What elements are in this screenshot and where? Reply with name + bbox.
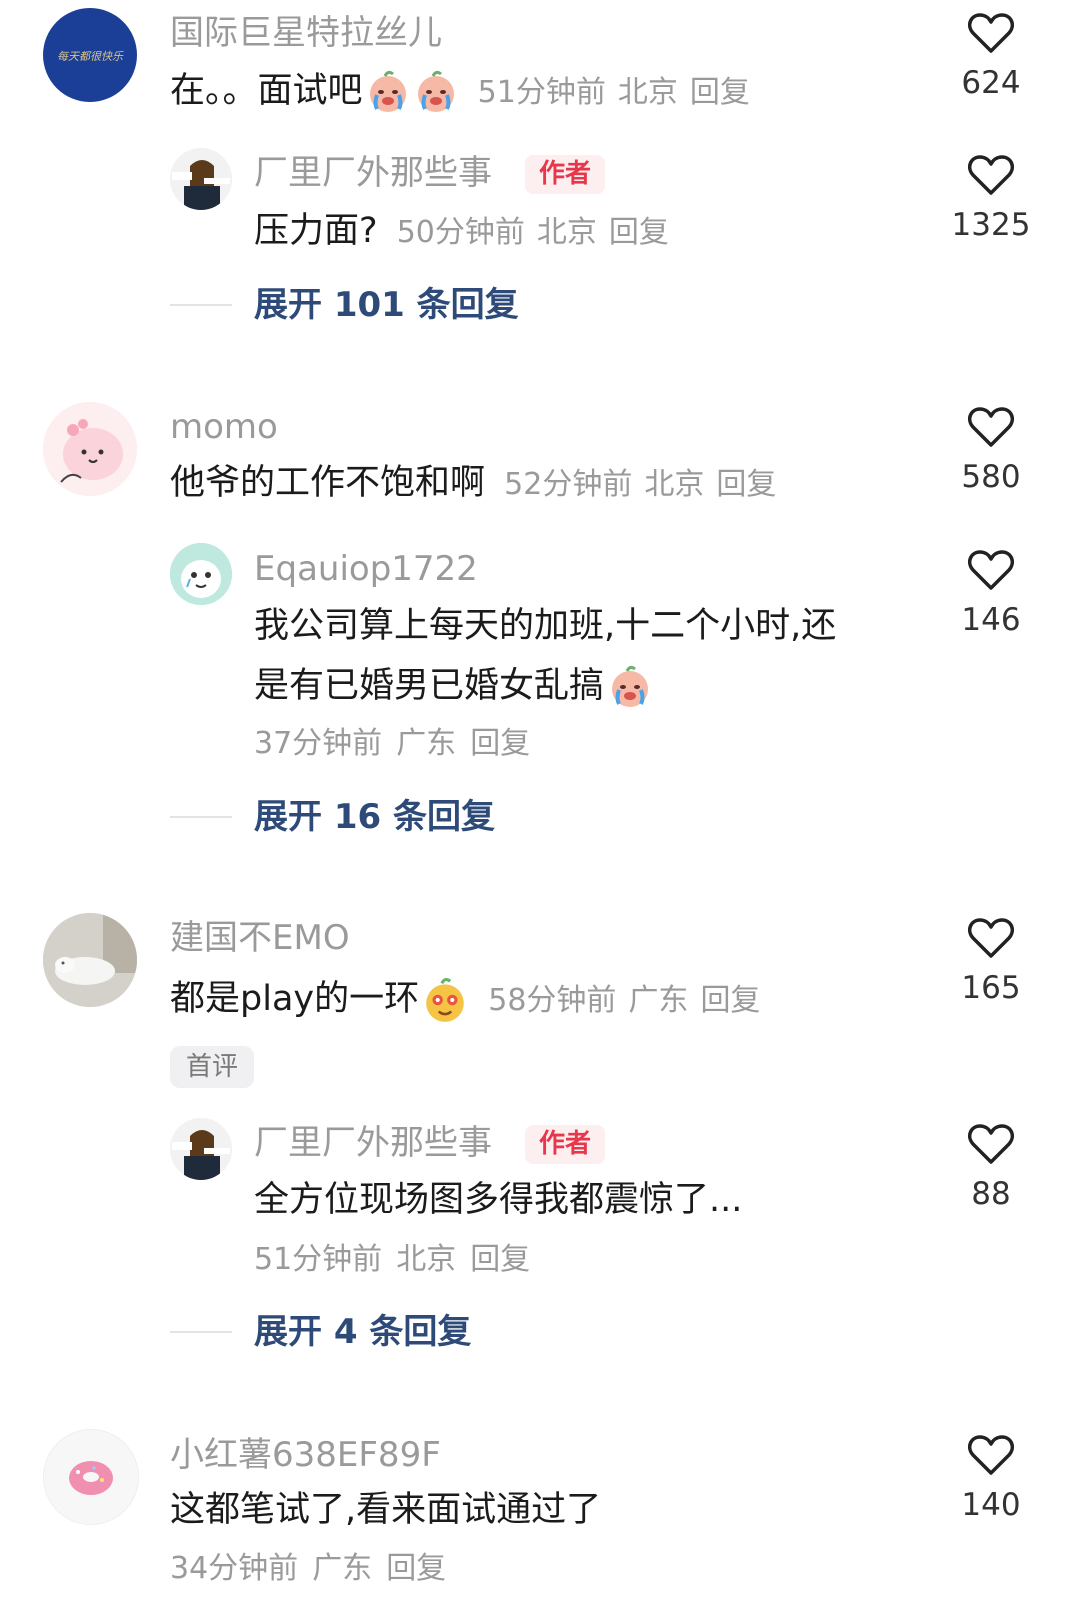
like-button[interactable]: 146 bbox=[931, 549, 1051, 636]
reply-button[interactable]: 回复 bbox=[609, 215, 669, 250]
comment-username[interactable]: 国际巨星特拉丝儿 bbox=[170, 16, 442, 50]
reply-username[interactable]: 厂里厂外那些事 bbox=[254, 1126, 492, 1160]
crying-face-emoji-icon bbox=[369, 70, 406, 112]
reply-button[interactable]: 回复 bbox=[470, 1242, 530, 1277]
expand-replies-label: 展开 101 条回复 bbox=[254, 285, 519, 325]
like-count: 140 bbox=[961, 1487, 1021, 1523]
heart-icon bbox=[968, 550, 1014, 590]
heart-icon bbox=[968, 155, 1014, 195]
expand-replies-button[interactable]: 展开 16 条回复 bbox=[170, 800, 495, 834]
smirk-face-emoji-icon bbox=[426, 977, 464, 1022]
avatar[interactable] bbox=[43, 913, 137, 1007]
heart-icon bbox=[968, 1435, 1014, 1475]
comment-body: 都是play的一环 bbox=[170, 979, 420, 1019]
comment-location: 广东 bbox=[312, 1551, 373, 1586]
reply-button[interactable]: 回复 bbox=[716, 467, 776, 502]
first-comment-badge: 首评 bbox=[170, 1046, 255, 1088]
reply-time: 50分钟前 bbox=[396, 215, 525, 250]
comment-text: 这都笔试了,看来面试通过了 bbox=[170, 1490, 602, 1530]
reply-button[interactable]: 回复 bbox=[470, 726, 530, 761]
like-count: 88 bbox=[971, 1176, 1011, 1212]
reply-location: 北京 bbox=[396, 1242, 457, 1277]
like-count: 165 bbox=[961, 970, 1021, 1006]
reply-meta: 50分钟前 北京 回复 bbox=[397, 215, 669, 250]
reply-username[interactable]: 厂里厂外那些事 bbox=[254, 156, 492, 190]
reply-location: 北京 bbox=[536, 215, 597, 250]
reply-body: 是有已婚男已婚女乱搞 bbox=[254, 666, 605, 706]
comment-username[interactable]: 小红薯638EF89F bbox=[170, 1438, 441, 1472]
comment-time: 52分钟前 bbox=[504, 467, 633, 502]
avatar[interactable]: 每天都很快乐 bbox=[43, 8, 137, 102]
comment-location: 北京 bbox=[617, 75, 678, 110]
avatar[interactable] bbox=[170, 148, 232, 210]
heart-icon bbox=[968, 407, 1014, 447]
reply-button[interactable]: 回复 bbox=[690, 75, 750, 110]
reply-button[interactable]: 回复 bbox=[386, 1551, 446, 1586]
like-button[interactable]: 165 bbox=[931, 917, 1051, 1004]
reply-body: 压力面? bbox=[254, 211, 378, 251]
expand-replies-button[interactable]: 展开 101 条回复 bbox=[170, 288, 519, 322]
divider bbox=[170, 304, 232, 306]
avatar[interactable] bbox=[170, 1118, 232, 1180]
divider bbox=[170, 816, 232, 818]
like-button[interactable]: 88 bbox=[931, 1123, 1051, 1210]
comment-meta: 34分钟前 广东 回复 bbox=[170, 1554, 460, 1584]
expand-replies-label: 展开 4 条回复 bbox=[254, 1312, 472, 1352]
reply-text: 是有已婚男已婚女乱搞 bbox=[254, 665, 654, 709]
heart-icon bbox=[968, 1124, 1014, 1164]
comment-meta: 52分钟前 北京 回复 bbox=[504, 467, 776, 502]
like-count: 146 bbox=[961, 602, 1021, 638]
like-count: 624 bbox=[961, 65, 1021, 101]
expand-replies-label: 展开 16 条回复 bbox=[254, 797, 495, 837]
like-button[interactable]: 580 bbox=[931, 406, 1051, 493]
like-button[interactable]: 140 bbox=[931, 1434, 1051, 1521]
comment-body: 他爷的工作不饱和啊 bbox=[170, 463, 486, 503]
comment-text: 他爷的工作不饱和啊 52分钟前 北京 回复 bbox=[170, 466, 776, 501]
like-button[interactable]: 624 bbox=[931, 12, 1051, 99]
heart-icon bbox=[968, 918, 1014, 958]
comment-meta: 58分钟前 广东 回复 bbox=[488, 983, 760, 1018]
comment-username[interactable]: momo bbox=[170, 410, 278, 444]
reply-time: 37分钟前 bbox=[254, 726, 383, 761]
expand-replies-button[interactable]: 展开 4 条回复 bbox=[170, 1315, 471, 1349]
comment-username[interactable]: 建国不EMO bbox=[170, 921, 350, 955]
comment-time: 51分钟前 bbox=[477, 75, 606, 110]
reply-username[interactable]: Eqauiop1722 bbox=[254, 552, 478, 586]
reply-button[interactable]: 回复 bbox=[700, 983, 760, 1018]
like-button[interactable]: 1325 bbox=[931, 154, 1051, 241]
crying-face-emoji-icon bbox=[417, 70, 454, 112]
like-count: 580 bbox=[961, 459, 1021, 495]
svg-text:每天都很快乐: 每天都很快乐 bbox=[57, 50, 124, 63]
divider bbox=[170, 1331, 232, 1333]
heart-icon bbox=[968, 13, 1014, 53]
avatar[interactable] bbox=[43, 1429, 139, 1525]
comment-meta: 51分钟前 北京 回复 bbox=[478, 75, 750, 110]
reply-text: 压力面? 50分钟前 北京 回复 bbox=[254, 214, 669, 249]
comment-time: 34分钟前 bbox=[170, 1551, 299, 1586]
comment-text: 都是play的一环 58分钟前 广东 回复 bbox=[170, 977, 760, 1023]
comment-text: 在。。面试吧 51分钟前 北京 回复 bbox=[170, 70, 750, 114]
comment-time: 58分钟前 bbox=[488, 983, 617, 1018]
comment-body: 在。。面试吧 bbox=[170, 71, 363, 111]
crying-face-emoji-icon bbox=[612, 665, 649, 707]
reply-text-line1: 我公司算上每天的加班,十二个小时,还 bbox=[254, 606, 837, 646]
comment-location: 北京 bbox=[644, 467, 705, 502]
reply-time: 51分钟前 bbox=[254, 1242, 383, 1277]
reply-location: 广东 bbox=[396, 726, 457, 761]
comment-location: 广东 bbox=[628, 983, 689, 1018]
avatar[interactable] bbox=[170, 543, 232, 605]
avatar[interactable] bbox=[43, 402, 137, 496]
reply-meta: 37分钟前 广东 回复 bbox=[254, 729, 544, 759]
reply-text: 全方位现场图多得我都震惊了... bbox=[254, 1180, 743, 1220]
reply-meta: 51分钟前 北京 回复 bbox=[254, 1245, 544, 1275]
author-badge: 作者 bbox=[525, 155, 606, 194]
author-badge: 作者 bbox=[525, 1125, 606, 1164]
like-count: 1325 bbox=[951, 207, 1031, 243]
